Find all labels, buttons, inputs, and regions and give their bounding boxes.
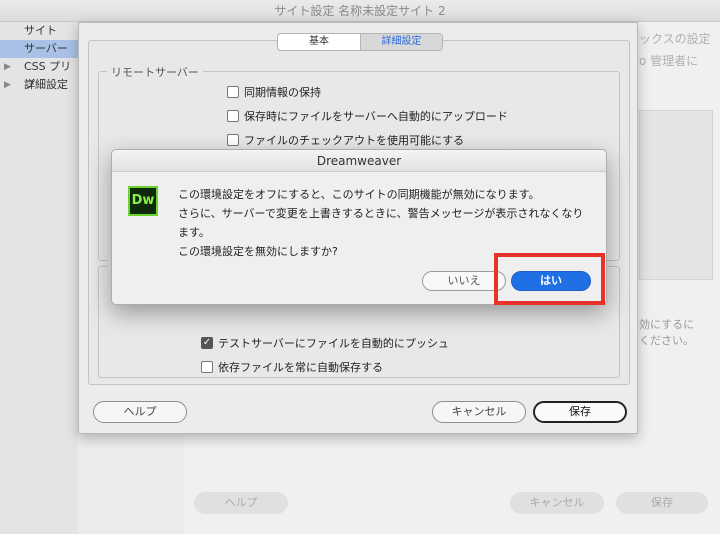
checkbox-enable-checkout[interactable]: ファイルのチェックアウトを使用可能にする xyxy=(227,132,464,148)
help-button[interactable]: ヘルプ xyxy=(194,492,288,514)
panel-text: ックスの設定 xyxy=(639,32,711,46)
checkbox-label: 保存時にファイルをサーバーへ自動的にアップロード xyxy=(244,110,508,123)
dialog-message: ます。 xyxy=(178,226,210,239)
checkmark-icon[interactable]: ✓ xyxy=(201,337,213,349)
sidebar-item-server[interactable]: サーバー xyxy=(0,40,78,58)
dialog-message: この環境設定をオフにすると、このサイトの同期機能が無効になります。 xyxy=(178,188,540,201)
save-button[interactable]: 保存 xyxy=(616,492,708,514)
chevron-right-icon[interactable]: ▶ xyxy=(4,58,11,76)
dialog-message: さらに、サーバーで変更を上書きするときに、警告メッセージが表示されなくなり xyxy=(178,207,584,220)
checkbox[interactable] xyxy=(201,361,213,373)
checkbox-auto-upload[interactable]: 保存時にファイルをサーバーへ自動的にアップロード xyxy=(227,108,508,124)
checkbox[interactable] xyxy=(227,134,239,146)
checkbox-autosave-dependent[interactable]: 依存ファイルを常に自動保存する xyxy=(201,359,383,375)
sidebar: サイト サーバー ▶ CSS プリプ ▶ 詳細設定 xyxy=(0,22,78,534)
panel-text: ください。 xyxy=(639,334,694,347)
sidebar-item-label: サーバー xyxy=(24,42,68,55)
cancel-button[interactable]: キャンセル xyxy=(432,401,526,423)
highlight-box xyxy=(494,253,605,305)
checkbox[interactable] xyxy=(227,86,239,98)
checkbox-label: 同期情報の保持 xyxy=(244,86,321,99)
checkbox-label: 依存ファイルを常に自動保存する xyxy=(218,361,383,374)
panel-text: 効にするに xyxy=(639,318,695,331)
sidebar-item-label: 詳細設定 xyxy=(24,78,68,91)
group-label: リモートサーバー xyxy=(107,64,203,80)
checkbox-maintain-sync[interactable]: 同期情報の保持 xyxy=(227,84,321,100)
checkbox[interactable] xyxy=(227,110,239,122)
tab-basic[interactable]: 基本 xyxy=(278,34,360,50)
tab-bar: 基本 詳細設定 xyxy=(277,33,443,51)
window-title: サイト設定 名称未設定サイト 2 xyxy=(0,0,720,22)
server-list xyxy=(639,110,713,280)
sidebar-item-label: サイト xyxy=(24,24,57,37)
chevron-right-icon[interactable]: ▶ xyxy=(4,76,11,94)
sidebar-item-css-preprocessor[interactable]: ▶ CSS プリプ xyxy=(0,58,78,91)
panel-text: o 管理者に xyxy=(639,54,699,68)
cancel-button[interactable]: キャンセル xyxy=(510,492,604,514)
checkbox-label: ファイルのチェックアウトを使用可能にする xyxy=(244,134,465,147)
sidebar-item-site[interactable]: サイト xyxy=(0,22,78,40)
dialog-title: Dreamweaver xyxy=(112,150,606,172)
checkbox-label: テストサーバーにファイルを自動的にプッシュ xyxy=(218,337,449,350)
help-button[interactable]: ヘルプ xyxy=(93,401,187,423)
sidebar-item-advanced[interactable]: ▶ 詳細設定 xyxy=(0,76,78,94)
save-button[interactable]: 保存 xyxy=(533,401,627,423)
tab-advanced[interactable]: 詳細設定 xyxy=(360,34,442,50)
dialog-message: この環境設定を無効にしますか? xyxy=(178,245,338,258)
dreamweaver-app-icon: Dw xyxy=(128,186,158,216)
checkbox-push-testing[interactable]: ✓ テストサーバーにファイルを自動的にプッシュ xyxy=(201,335,449,351)
